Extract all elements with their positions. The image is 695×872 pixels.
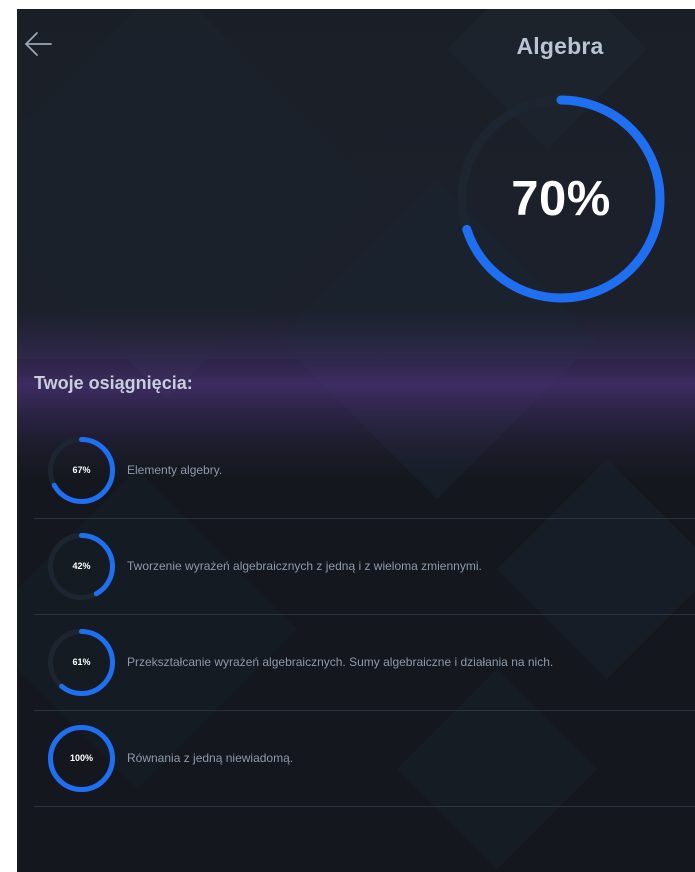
app-screen: Algebra 70% Twoje osiągnięcia: 67% Eleme… — [17, 9, 695, 872]
overall-percent: 70% — [511, 172, 611, 226]
achievement-item[interactable]: 61% Przekształcanie wyrażeń algebraiczny… — [34, 615, 695, 711]
achievement-percent: 42% — [72, 561, 91, 571]
achievement-percent: 67% — [72, 465, 91, 475]
achievement-label: Równania z jedną niewiadomą. — [127, 751, 294, 765]
page-title: Algebra — [516, 33, 604, 59]
achievement-label: Tworzenie wyrażeń algebraicznych z jedną… — [127, 559, 482, 573]
achievements-heading: Twoje osiągnięcia: — [34, 373, 193, 393]
arrow-left-icon — [25, 32, 52, 56]
achievement-item[interactable]: 100% Równania z jedną niewiadomą. — [34, 711, 695, 807]
achievement-percent: 61% — [72, 657, 91, 667]
achievement-label: Przekształcanie wyrażeń algebraicznych. … — [127, 655, 554, 669]
overall-progress-ring: 70% — [455, 93, 667, 305]
back-button[interactable] — [23, 29, 53, 59]
achievement-percent: 100% — [69, 753, 94, 763]
achievement-progress-ring: 100% — [47, 724, 116, 793]
achievement-list: 67% Elementy algebry. 42% Tworzenie wyra… — [34, 423, 695, 807]
achievement-label: Elementy algebry. — [127, 463, 223, 477]
achievement-progress-ring: 61% — [47, 628, 116, 697]
achievement-progress-ring: 67% — [47, 436, 116, 505]
achievement-item[interactable]: 42% Tworzenie wyrażeń algebraicznych z j… — [34, 519, 695, 615]
achievement-progress-ring: 42% — [47, 532, 116, 601]
achievement-item[interactable]: 67% Elementy algebry. — [34, 423, 695, 519]
